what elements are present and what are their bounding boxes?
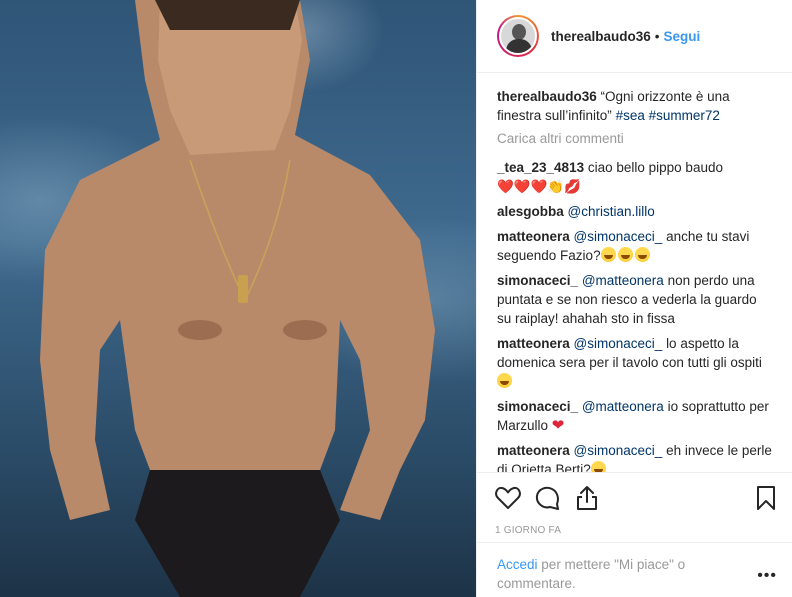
header-separator: • (654, 28, 660, 44)
comment-item: simonaceci_ @matteonera non perdo una pu… (497, 271, 774, 328)
avatar-image (499, 17, 537, 55)
comment-item: matteonera @simonaceci_ lo aspetto la do… (497, 334, 774, 391)
post-header: therealbaudo36 • Segui (477, 0, 792, 73)
comment-username[interactable]: simonaceci_ (497, 399, 578, 414)
caption-username[interactable]: therealbaudo36 (497, 89, 597, 104)
laughing-emoji-icon (590, 461, 606, 472)
hashtag-summer72[interactable]: #summer72 (649, 108, 720, 123)
laughing-emoji-icon (617, 247, 633, 262)
comment-username[interactable]: _tea_23_4813 (497, 160, 584, 175)
header-username[interactable]: therealbaudo36 (551, 29, 651, 44)
comment-emoji: ❤️❤️❤️👏💋 (497, 179, 582, 194)
laughing-emoji-icon (497, 373, 512, 388)
login-footer: Accedi per mettere "Mi piace" o commenta… (477, 542, 792, 593)
avatar-head-shape (512, 24, 526, 40)
comment-icon[interactable] (535, 485, 561, 511)
follow-button[interactable]: Segui (664, 29, 701, 44)
post-sidebar: therealbaudo36 • Segui therealbaudo36 “O… (476, 0, 792, 597)
comment-username[interactable]: matteonera (497, 229, 570, 244)
load-more-comments-button[interactable]: Carica altri commenti (497, 131, 774, 146)
comment-mention[interactable]: @matteonera (582, 273, 664, 288)
comment-item: matteonera @simonaceci_ eh invece le per… (497, 441, 774, 472)
comment-username[interactable]: alesgobba (497, 204, 564, 219)
action-icons (495, 483, 777, 513)
laughing-emoji-icon (600, 247, 616, 262)
share-icon[interactable] (575, 485, 599, 511)
comment-username[interactable]: simonaceci_ (497, 273, 578, 288)
caption: therealbaudo36 “Ogni orizzonte è una fin… (497, 87, 774, 125)
comment-item: _tea_23_4813 ciao bello pippo baudo ❤️❤️… (497, 158, 774, 196)
post-photo[interactable] (0, 0, 476, 597)
action-bar: 1 GIORNO FA (477, 472, 792, 536)
comment-username[interactable]: matteonera (497, 336, 570, 351)
comment-item: alesgobba @christian.lillo (497, 202, 774, 221)
bookmark-icon[interactable] (755, 485, 777, 511)
comment-mention[interactable]: @simonaceci_ (574, 336, 663, 351)
login-link[interactable]: Accedi (497, 557, 538, 572)
comments-list: therealbaudo36 “Ogni orizzonte è una fin… (477, 73, 792, 472)
comment-mention[interactable]: @christian.lillo (568, 204, 655, 219)
more-options-icon[interactable]: ••• (757, 567, 777, 593)
comment-item: simonaceci_ @matteonera io soprattutto p… (497, 397, 774, 435)
avatar[interactable] (497, 15, 539, 57)
comment-mention[interactable]: @matteonera (582, 399, 664, 414)
comment-username[interactable]: matteonera (497, 443, 570, 458)
hashtag-sea[interactable]: #sea (616, 108, 645, 123)
avatar-torso-shape (506, 39, 532, 53)
man-in-swimsuit-image (40, 0, 435, 597)
login-prompt: Accedi per mettere "Mi piace" o commenta… (497, 555, 737, 593)
heart-icon[interactable] (495, 486, 521, 510)
comment-mention[interactable]: @simonaceci_ (574, 229, 663, 244)
comment-item: matteonera @simonaceci_ anche tu stavi s… (497, 227, 774, 265)
laughing-emoji-icon (634, 247, 650, 262)
instagram-post: therealbaudo36 • Segui therealbaudo36 “O… (0, 0, 792, 597)
heart-emoji-icon: ❤ (551, 417, 565, 434)
comment-text: ciao bello pippo baudo (587, 160, 723, 175)
comment-mention[interactable]: @simonaceci_ (574, 443, 663, 458)
post-timestamp[interactable]: 1 GIORNO FA (495, 525, 777, 536)
